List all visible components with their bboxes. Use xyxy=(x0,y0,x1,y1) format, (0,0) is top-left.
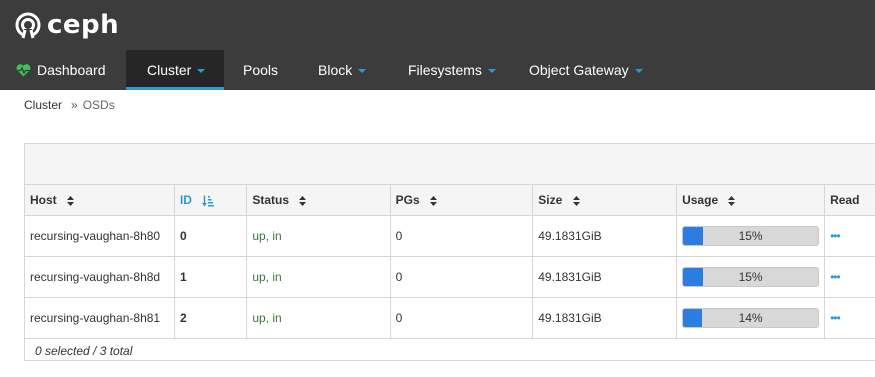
nav-object-gateway[interactable]: Object Gateway xyxy=(518,50,668,90)
selection-count: 0 selected / 3 total xyxy=(35,344,133,358)
sparkline-icon: ••• xyxy=(830,228,841,243)
nav-object-gateway-label: Object Gateway xyxy=(529,62,629,78)
table-header-row: Host ID Status PGs Size Usage Read xyxy=(25,185,875,216)
ceph-logo-icon xyxy=(15,12,41,39)
nav-block-label: Block xyxy=(318,62,353,78)
usage-progress-bar: 15% xyxy=(682,266,820,287)
cell-read: ••• xyxy=(824,297,875,339)
nav-dashboard[interactable]: Dashboard xyxy=(0,50,126,90)
table-body: recursing-vaughan-8h80 0 up, in 0 49.183… xyxy=(25,215,875,339)
cell-usage: 14% xyxy=(676,297,826,339)
column-header-pgs[interactable]: PGs xyxy=(390,185,534,216)
cell-id: 2 xyxy=(174,297,248,339)
table-toolbar xyxy=(25,144,875,185)
nav-pools[interactable]: Pools xyxy=(224,50,301,90)
table-row[interactable]: recursing-vaughan-8h80 0 up, in 0 49.183… xyxy=(25,215,875,257)
cell-host: recursing-vaughan-8h8d xyxy=(25,256,175,298)
table-row[interactable]: recursing-vaughan-8h8d 1 up, in 0 49.183… xyxy=(25,256,875,298)
usage-progress-bar: 14% xyxy=(682,307,820,328)
sparkline-icon: ••• xyxy=(830,310,841,325)
sort-icon xyxy=(67,195,75,206)
cell-size: 49.1831GiB xyxy=(532,215,678,257)
nav-filesystems-label: Filesystems xyxy=(408,62,482,78)
breadcrumb-parent[interactable]: Cluster xyxy=(24,98,62,112)
column-header-status[interactable]: Status xyxy=(246,185,391,216)
table-row[interactable]: recursing-vaughan-8h81 2 up, in 0 49.183… xyxy=(25,297,875,339)
usage-progress-label: 15% xyxy=(738,228,763,243)
breadcrumb-current: OSDs xyxy=(82,98,115,112)
nav-cluster[interactable]: Cluster xyxy=(126,50,224,90)
sort-icon xyxy=(430,195,438,206)
usage-progress-label: 14% xyxy=(738,310,763,325)
sort-icon xyxy=(572,195,580,206)
cell-status: up, in xyxy=(246,215,391,257)
cell-usage: 15% xyxy=(676,256,826,298)
usage-progress-label: 15% xyxy=(738,269,763,284)
cell-host: recursing-vaughan-8h80 xyxy=(25,215,175,257)
usage-progress-bar: 15% xyxy=(682,225,820,246)
cell-size: 49.1831GiB xyxy=(532,297,678,339)
nav-cluster-label: Cluster xyxy=(147,62,192,78)
column-header-size[interactable]: Size xyxy=(532,185,678,216)
cell-status: up, in xyxy=(246,297,391,339)
top-navbar: ceph Dashboard Cluster Pools Block Files… xyxy=(0,0,875,90)
cell-read: ••• xyxy=(824,256,875,298)
heartbeat-icon xyxy=(16,63,31,77)
brand-logo[interactable]: ceph xyxy=(14,9,119,41)
cell-host: recursing-vaughan-8h81 xyxy=(25,297,175,339)
column-header-host[interactable]: Host xyxy=(25,185,175,216)
caret-down-icon xyxy=(487,68,496,73)
main-nav: Dashboard Cluster Pools Block Filesystem… xyxy=(0,50,668,90)
cell-pgs: 0 xyxy=(390,256,534,298)
cell-pgs: 0 xyxy=(390,297,534,339)
column-header-usage[interactable]: Usage xyxy=(676,185,826,216)
cell-usage: 15% xyxy=(676,215,826,257)
nav-dashboard-label: Dashboard xyxy=(37,62,106,78)
cell-pgs: 0 xyxy=(390,215,534,257)
nav-pools-label: Pools xyxy=(243,62,279,78)
caret-down-icon xyxy=(358,68,367,73)
column-header-read[interactable]: Read xyxy=(824,185,875,216)
cell-size: 49.1831GiB xyxy=(532,256,678,298)
cell-id: 0 xyxy=(174,215,248,257)
sort-icon xyxy=(728,195,736,206)
osd-table: Host ID Status PGs Size Usage Read recur… xyxy=(25,185,875,339)
cell-status: up, in xyxy=(246,256,391,298)
nav-block[interactable]: Block xyxy=(301,50,390,90)
nav-filesystems[interactable]: Filesystems xyxy=(390,50,518,90)
column-header-id[interactable]: ID xyxy=(174,185,248,216)
breadcrumb-separator: » xyxy=(71,98,78,112)
brand-name: ceph xyxy=(47,10,120,40)
breadcrumb: Cluster » OSDs xyxy=(24,98,115,112)
caret-down-icon xyxy=(634,68,643,73)
sort-amount-asc-icon xyxy=(202,195,215,207)
caret-down-icon xyxy=(197,68,206,73)
osd-table-panel: Host ID Status PGs Size Usage Read recur… xyxy=(24,143,875,361)
cell-read: ••• xyxy=(824,215,875,257)
sort-icon xyxy=(299,195,307,206)
cell-id: 1 xyxy=(174,256,248,298)
sparkline-icon: ••• xyxy=(830,269,841,284)
